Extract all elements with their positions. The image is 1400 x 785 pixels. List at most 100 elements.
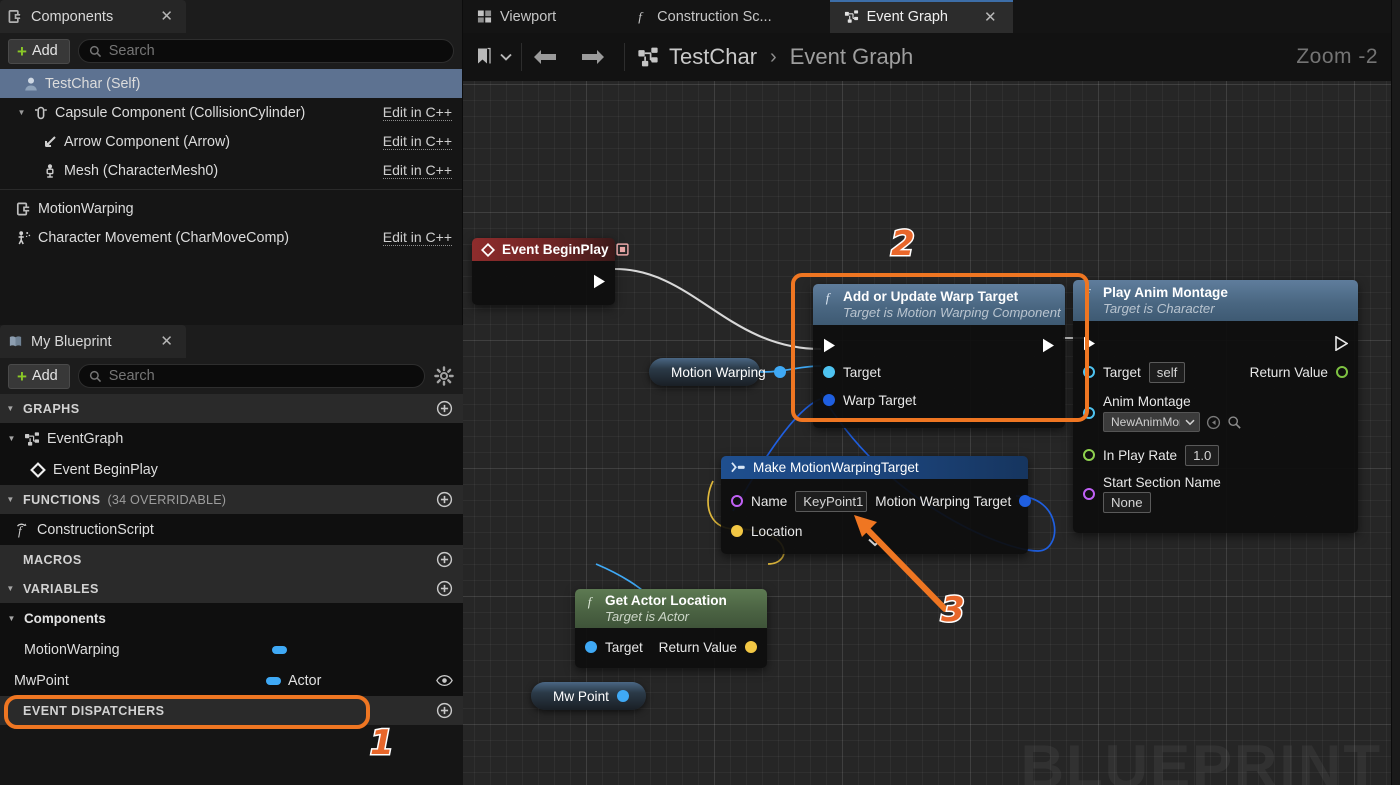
variable-output-pin[interactable] bbox=[773, 366, 786, 378]
back-button[interactable] bbox=[528, 40, 562, 74]
input-pin-target[interactable] bbox=[823, 366, 835, 378]
input-pin-anim-montage[interactable] bbox=[1083, 407, 1095, 419]
tree-item-label: Capsule Component (CollisionCylinder) bbox=[55, 104, 306, 121]
plus-circle-icon[interactable] bbox=[436, 580, 453, 597]
twisty-expanded-icon[interactable]: ▼ bbox=[6, 434, 17, 443]
variable-row-mwpoint[interactable]: MwPoint Actor bbox=[0, 665, 463, 696]
output-pin-motion-warping-target[interactable] bbox=[1019, 495, 1032, 507]
close-icon[interactable]: ✕ bbox=[157, 7, 176, 26]
plus-circle-icon[interactable] bbox=[436, 491, 453, 508]
forward-button[interactable] bbox=[576, 40, 610, 74]
start-section-name-field[interactable]: None bbox=[1103, 492, 1151, 513]
tree-item-charactermovement[interactable]: Character Movement (CharMoveComp) Edit i… bbox=[0, 223, 462, 252]
breadcrumb-root[interactable]: TestChar bbox=[669, 44, 757, 70]
exec-input-pin[interactable] bbox=[823, 338, 836, 353]
anim-montage-dropdown[interactable]: NewAnimMonta bbox=[1103, 412, 1200, 432]
list-item-constructionscript[interactable]: f ConstructionScript bbox=[0, 514, 463, 545]
section-macros-title: MACROS bbox=[23, 552, 82, 567]
tab-construction-script[interactable]: f Construction Sc... bbox=[620, 0, 785, 33]
list-item-eventgraph[interactable]: ▼ EventGraph bbox=[0, 423, 463, 454]
plus-circle-icon[interactable] bbox=[436, 702, 453, 719]
tab-my-blueprint[interactable]: My Blueprint ✕ bbox=[0, 325, 186, 358]
components-add-button[interactable]: + Add bbox=[8, 38, 70, 64]
components-tabstrip: Components ✕ bbox=[0, 0, 462, 33]
close-icon[interactable]: ✕ bbox=[157, 332, 176, 351]
components-search-placeholder: Search bbox=[108, 43, 155, 59]
in-play-rate-field[interactable]: 1.0 bbox=[1185, 444, 1220, 466]
browse-icon[interactable] bbox=[1206, 415, 1221, 430]
search-icon[interactable] bbox=[1227, 415, 1242, 430]
edit-in-cpp-link[interactable]: Edit in C++ bbox=[382, 133, 452, 150]
node-event-beginplay[interactable]: Event BeginPlay bbox=[472, 238, 629, 305]
twisty-expanded-icon[interactable]: ▼ bbox=[5, 495, 16, 504]
node-add-or-update-warp-target[interactable]: f Add or Update Warp Target Target is Mo… bbox=[813, 284, 1065, 428]
blueprint-editor-window: Components ✕ + Add Search TestChar (Self… bbox=[0, 0, 1400, 785]
node-mw-point-variable[interactable]: Mw Point bbox=[531, 682, 646, 710]
tree-item-arrow[interactable]: Arrow Component (Arrow) Edit in C++ bbox=[0, 127, 462, 156]
variable-output-pin[interactable] bbox=[616, 690, 629, 702]
node-motion-warping-variable[interactable]: Motion Warping bbox=[649, 358, 786, 386]
twisty-expanded-icon[interactable]: ▼ bbox=[6, 614, 17, 623]
components-search-input[interactable]: Search bbox=[77, 39, 454, 63]
plus-circle-icon[interactable] bbox=[436, 400, 453, 417]
right-panel-edge bbox=[1391, 0, 1400, 785]
twisty-expanded-icon[interactable]: ▼ bbox=[5, 584, 16, 593]
plus-circle-icon[interactable] bbox=[436, 551, 453, 568]
node-title: Add or Update Warp Target bbox=[843, 289, 1019, 304]
input-pin-name[interactable] bbox=[731, 495, 743, 507]
section-variables[interactable]: ▼ VARIABLES bbox=[0, 574, 463, 603]
twisty-expanded-icon[interactable]: ▼ bbox=[5, 404, 16, 413]
list-item-label: ConstructionScript bbox=[37, 521, 154, 538]
node-header: f Add or Update Warp Target Target is Mo… bbox=[813, 284, 1065, 325]
variable-row-motionwarping[interactable]: MotionWarping bbox=[0, 634, 463, 665]
chevron-down-icon[interactable] bbox=[497, 40, 515, 74]
tree-item-mesh[interactable]: Mesh (CharacterMesh0) Edit in C++ bbox=[0, 156, 462, 185]
graph-icon bbox=[637, 46, 659, 68]
eye-icon[interactable] bbox=[436, 674, 453, 687]
section-functions[interactable]: ▼ FUNCTIONS (34 OVERRIDABLE) bbox=[0, 485, 463, 514]
node-play-anim-montage[interactable]: f Play Anim Montage Target is Character bbox=[1073, 280, 1358, 533]
input-pin-in-play-rate[interactable] bbox=[1083, 449, 1095, 461]
input-pin-target[interactable] bbox=[585, 641, 597, 653]
my-blueprint-search-input[interactable]: Search bbox=[77, 364, 425, 388]
input-pin-target[interactable] bbox=[1083, 366, 1095, 378]
exec-output-pin[interactable] bbox=[593, 274, 606, 289]
node-expand-toggle[interactable] bbox=[867, 534, 882, 552]
input-pin-warp-target[interactable] bbox=[823, 394, 835, 406]
section-macros[interactable]: MACROS bbox=[0, 545, 463, 574]
exec-input-pin[interactable] bbox=[1083, 336, 1096, 351]
close-icon[interactable]: ✕ bbox=[982, 7, 999, 27]
tree-item-capsule[interactable]: ▼ Capsule Component (CollisionCylinder) … bbox=[0, 98, 462, 127]
tab-viewport-label: Viewport bbox=[500, 8, 557, 25]
my-blueprint-add-button[interactable]: + Add bbox=[8, 363, 70, 389]
gear-icon[interactable] bbox=[433, 365, 455, 387]
exec-output-pin[interactable] bbox=[1042, 338, 1055, 353]
bookmark-button[interactable] bbox=[471, 40, 497, 74]
variable-category-components[interactable]: ▼ Components bbox=[0, 603, 463, 634]
edit-in-cpp-link[interactable]: Edit in C++ bbox=[382, 104, 452, 121]
input-pin-location[interactable] bbox=[731, 525, 743, 537]
exec-output-pin[interactable] bbox=[1335, 334, 1349, 352]
twisty-expanded-icon[interactable]: ▼ bbox=[16, 108, 27, 117]
tab-viewport[interactable]: Viewport bbox=[463, 0, 570, 33]
chevron-down-icon bbox=[1185, 415, 1195, 429]
input-pin-start-section-name[interactable] bbox=[1083, 488, 1095, 500]
section-event-dispatchers[interactable]: EVENT DISPATCHERS bbox=[0, 696, 463, 725]
output-pin-return-value[interactable] bbox=[745, 641, 757, 653]
section-graphs[interactable]: ▼ GRAPHS bbox=[0, 394, 463, 423]
tab-event-graph[interactable]: Event Graph ✕ bbox=[829, 0, 1013, 33]
tab-components[interactable]: Components ✕ bbox=[0, 0, 186, 33]
edit-in-cpp-link[interactable]: Edit in C++ bbox=[382, 229, 452, 246]
node-make-motionwarpingtarget[interactable]: Make MotionWarpingTarget Name KeyPoint1 … bbox=[721, 456, 1032, 554]
tree-divider bbox=[0, 189, 462, 190]
list-item-event-beginplay[interactable]: Event BeginPlay bbox=[0, 454, 463, 485]
edit-in-cpp-link[interactable]: Edit in C++ bbox=[382, 162, 452, 179]
output-pin-return-value[interactable] bbox=[1336, 366, 1348, 378]
tree-item-motionwarping[interactable]: MotionWarping bbox=[0, 194, 462, 223]
node-get-actor-location[interactable]: f Get Actor Location Target is Actor Tar… bbox=[575, 589, 767, 668]
target-value-field[interactable]: self bbox=[1148, 361, 1186, 383]
graph-canvas[interactable]: BLUEPRINT Event BeginPlay Motion Warping… bbox=[463, 81, 1400, 785]
tree-item-testchar[interactable]: TestChar (Self) bbox=[0, 69, 462, 98]
graph-icon bbox=[24, 431, 40, 447]
name-value-field[interactable]: KeyPoint1 bbox=[795, 490, 868, 512]
